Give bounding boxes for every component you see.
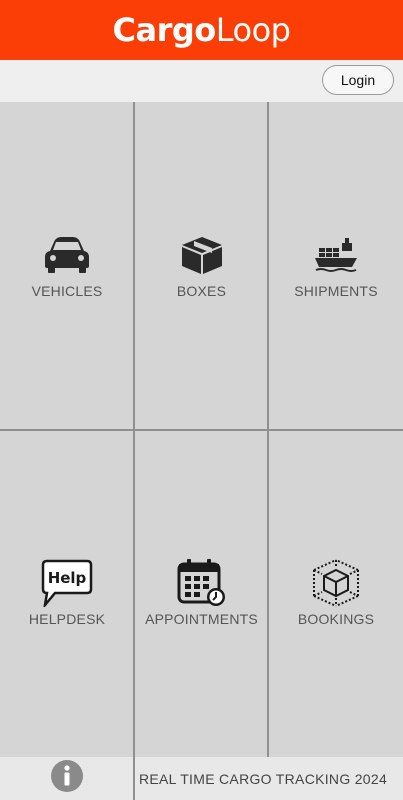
box-icon <box>174 233 230 277</box>
menu-tile-bookings[interactable]: BOOKINGS <box>269 430 403 757</box>
info-button[interactable] <box>0 757 133 800</box>
menu-tile-vehicles[interactable]: VEHICLES <box>0 102 134 429</box>
menu-label: BOOKINGS <box>297 610 375 627</box>
app-header: Cargo Loop <box>0 0 403 60</box>
logo-secondary: Loop <box>215 11 291 49</box>
login-button[interactable]: Login <box>322 65 394 95</box>
footer-tagline: REAL TIME CARGO TRACKING 2024 <box>139 770 388 787</box>
menu-tile-appointments[interactable]: APPOINTMENTS <box>135 430 268 757</box>
grid-divider <box>0 429 403 431</box>
cube-network-icon <box>308 558 364 607</box>
footer-divider <box>133 757 135 800</box>
calendar-clock-icon <box>174 558 230 606</box>
menu-label: APPOINTMENTS <box>145 610 258 627</box>
menu-grid: VEHICLES BOXES SHIPMENTS Help HELPDESK A… <box>0 102 403 757</box>
help-bubble-icon: Help <box>39 559 95 607</box>
menu-label: BOXES <box>176 282 227 299</box>
car-icon <box>39 233 95 277</box>
footer: REAL TIME CARGO TRACKING 2024 <box>0 757 403 800</box>
menu-tile-shipments[interactable]: SHIPMENTS <box>269 102 403 429</box>
logo-primary: Cargo <box>112 11 217 49</box>
cargo-ship-icon <box>308 233 364 277</box>
menu-label: VEHICLES <box>31 282 103 299</box>
toolbar: Login <box>0 60 403 103</box>
menu-tile-boxes[interactable]: BOXES <box>135 102 268 429</box>
menu-tile-helpdesk[interactable]: Help HELPDESK <box>0 430 134 757</box>
info-icon <box>50 759 84 798</box>
menu-label: HELPDESK <box>28 610 106 627</box>
app-logo: Cargo Loop <box>113 11 291 49</box>
menu-label: SHIPMENTS <box>294 282 378 299</box>
svg-text:Help: Help <box>48 569 87 587</box>
